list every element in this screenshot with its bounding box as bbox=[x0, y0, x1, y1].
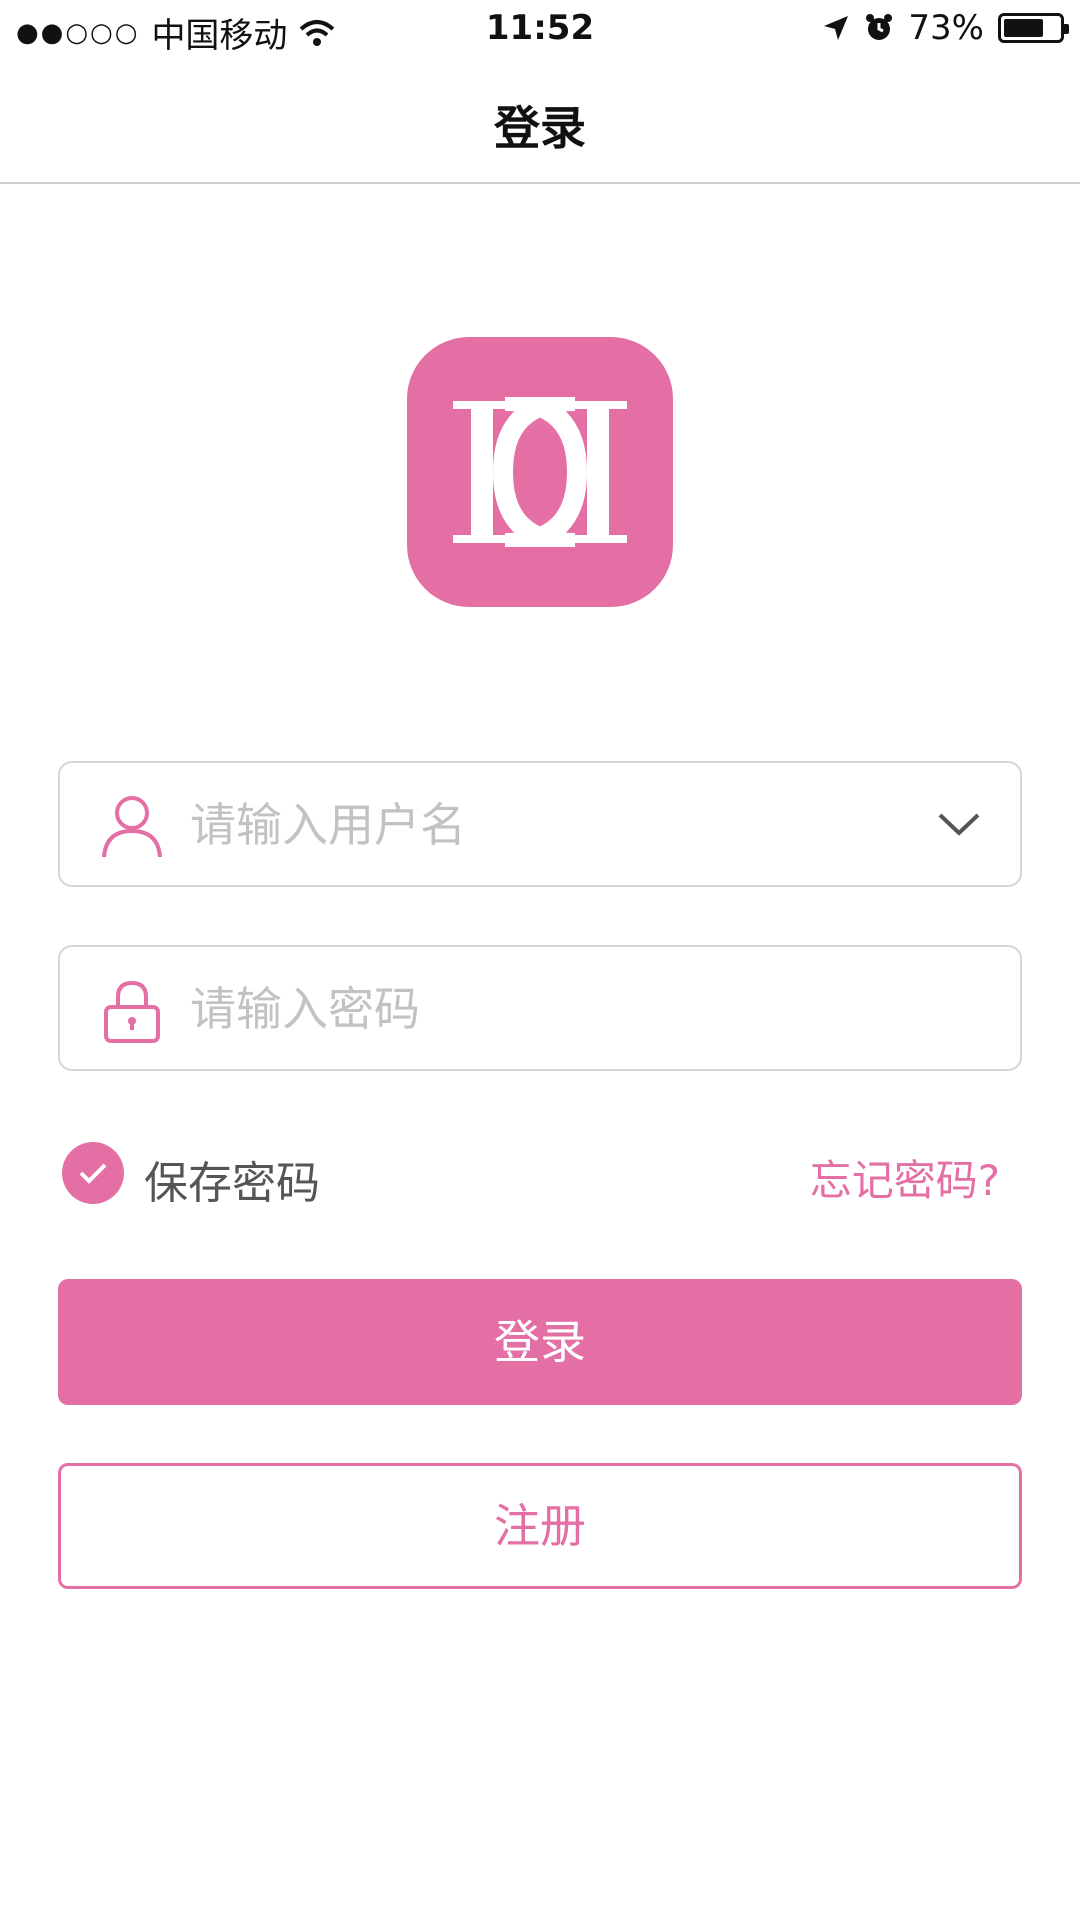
lock-icon bbox=[104, 980, 160, 1043]
page-title: 登录 bbox=[494, 101, 586, 155]
alarm-icon bbox=[866, 14, 893, 40]
battery-icon bbox=[998, 13, 1069, 43]
battery-percentage: 73% bbox=[908, 8, 984, 48]
navigation-bar: 登录 bbox=[0, 60, 1080, 184]
user-icon bbox=[102, 796, 162, 858]
password-field[interactable] bbox=[58, 945, 1022, 1071]
status-right: 73% bbox=[822, 8, 1069, 48]
password-input[interactable] bbox=[190, 965, 970, 1053]
location-arrow-icon bbox=[824, 16, 849, 40]
checkmark-icon bbox=[79, 1163, 107, 1184]
save-password-checkbox[interactable] bbox=[62, 1142, 124, 1204]
username-field[interactable] bbox=[58, 761, 1022, 887]
battery-fill bbox=[1004, 19, 1043, 37]
chevron-down-icon[interactable] bbox=[936, 807, 982, 841]
login-screen: ●●○○○ 中国移动 11:52 73% 登录 请输入用户名 保存密码 忘记密码… bbox=[0, 0, 1080, 1920]
forgot-password-link[interactable]: 忘记密码? bbox=[810, 1147, 1000, 1208]
username-input[interactable] bbox=[190, 781, 970, 869]
app-logo bbox=[407, 337, 673, 607]
dd-logo-icon bbox=[453, 397, 627, 547]
login-button[interactable]: 登录 bbox=[58, 1279, 1022, 1405]
register-button[interactable]: 注册 bbox=[58, 1463, 1022, 1589]
status-bar: ●●○○○ 中国移动 11:52 73% bbox=[0, 0, 1080, 60]
save-password-label[interactable]: 保存密码 bbox=[144, 1147, 320, 1211]
